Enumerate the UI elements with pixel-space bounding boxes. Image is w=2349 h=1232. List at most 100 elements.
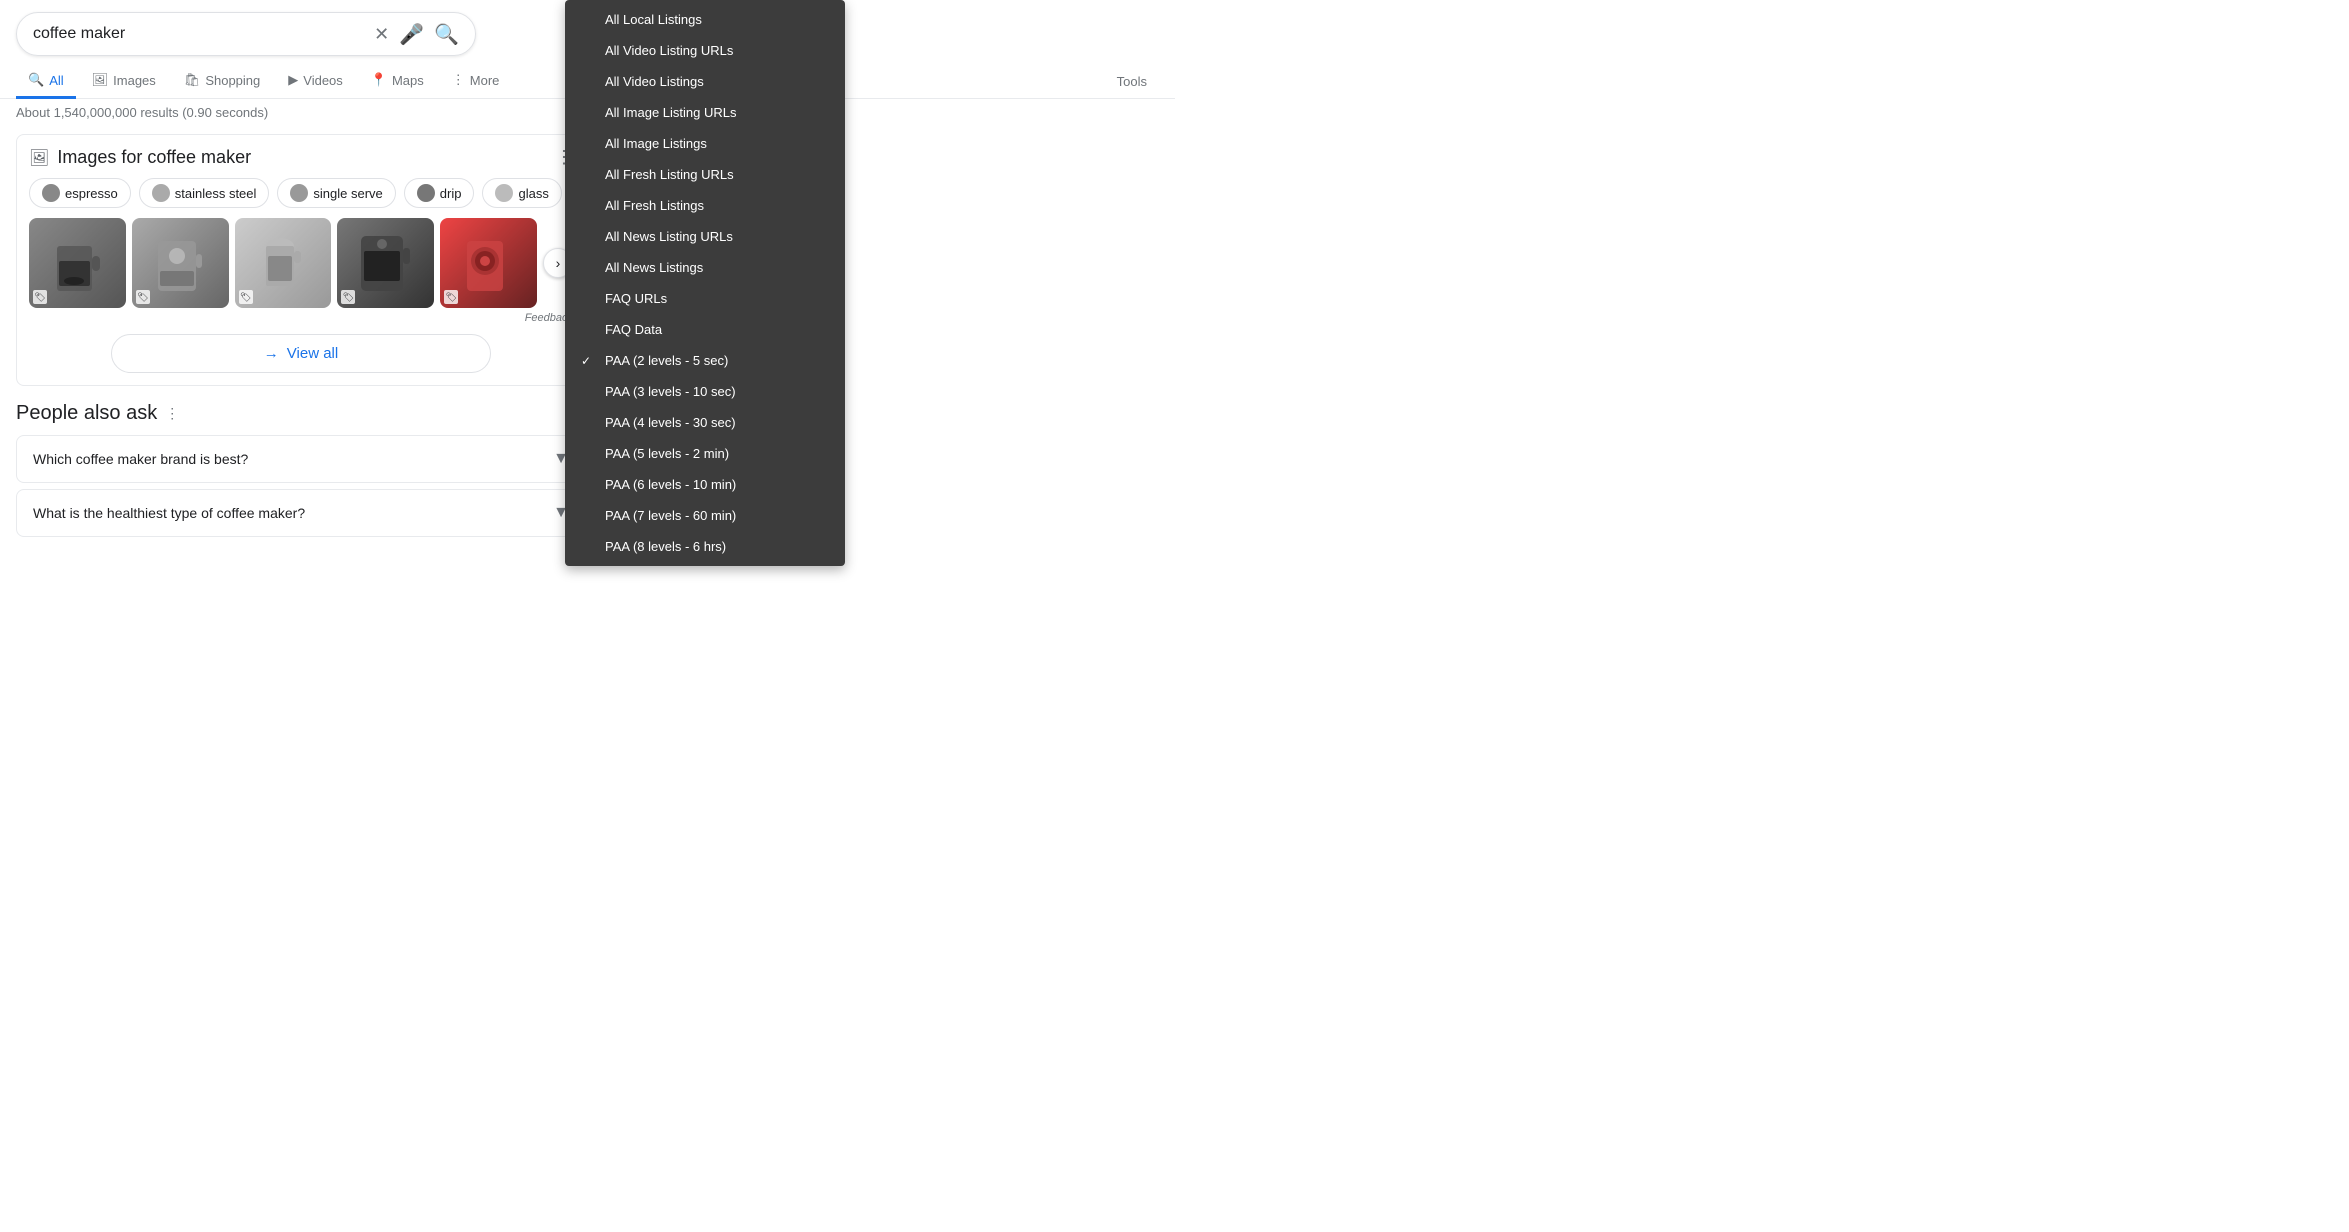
dropdown-item[interactable]: PAA (3 levels - 10 sec): [565, 376, 845, 407]
dropdown-item-label: All Video Listings: [605, 74, 704, 89]
image-item-5[interactable]: 🏷: [440, 218, 537, 308]
dropdown-item[interactable]: PAA (7 levels - 60 min): [565, 500, 845, 531]
view-all-arrow-icon: →: [264, 345, 279, 362]
dropdown-item[interactable]: FAQ Data: [565, 314, 845, 345]
image-tag-2: 🏷: [136, 290, 150, 304]
chip-drip[interactable]: drip: [404, 178, 475, 208]
dropdown-item[interactable]: All Video Listing URLs: [565, 35, 845, 66]
dropdown-item-label: All Fresh Listing URLs: [605, 167, 734, 182]
dropdown-item-label: All News Listing URLs: [605, 229, 733, 244]
image-item-2[interactable]: 🏷: [132, 218, 229, 308]
dropdown-item-label: All Local Listings: [605, 12, 702, 27]
chip-single-serve-label: single serve: [313, 186, 382, 201]
dropdown-item[interactable]: All News Listings: [565, 252, 845, 283]
tab-images-label: Images: [113, 73, 156, 88]
dropdown-item-label: PAA (4 levels - 30 sec): [605, 415, 736, 430]
image-tag-4: 🏷: [341, 290, 355, 304]
dropdown-item[interactable]: PAA (4 levels - 30 sec): [565, 407, 845, 438]
dropdown-item[interactable]: All Image Listings: [565, 128, 845, 159]
tab-maps-label: Maps: [392, 73, 424, 88]
tab-all-label: All: [49, 73, 63, 88]
dropdown-item[interactable]: All Local Listings: [565, 4, 845, 35]
image-item-1[interactable]: 🏷: [29, 218, 126, 308]
dropdown-item[interactable]: PAA (8 levels - 6 hrs): [565, 531, 845, 562]
chip-espresso-label: espresso: [65, 186, 118, 201]
tab-videos-icon: ▶: [288, 72, 298, 88]
tab-more-icon: ⋮: [452, 72, 465, 88]
tab-images-icon: 🖼: [92, 72, 109, 88]
dropdown-item[interactable]: PAA (6 levels - 10 min): [565, 469, 845, 500]
chip-drip-label: drip: [440, 186, 462, 201]
dropdown-item-label: All News Listings: [605, 260, 703, 275]
dropdown-item-label: PAA (6 levels - 10 min): [605, 477, 736, 492]
paa-section: People also ask ⋮ Which coffee maker bra…: [16, 402, 586, 537]
search-submit-icon[interactable]: 🔍: [434, 22, 459, 47]
clear-icon[interactable]: ✕: [374, 24, 389, 45]
dropdown-item[interactable]: FAQ URLs: [565, 283, 845, 314]
tab-shopping[interactable]: 🛍 Shopping: [172, 64, 272, 99]
checkmark-icon: ✓: [581, 354, 597, 368]
search-input[interactable]: coffee maker: [33, 25, 366, 43]
dropdown-item[interactable]: All Image Listing URLs: [565, 97, 845, 128]
paa-title: People also ask: [16, 402, 157, 425]
image-tag-1: 🏷: [33, 290, 47, 304]
tab-more[interactable]: ⋮ More: [440, 64, 512, 99]
dropdown-item-label: FAQ Data: [605, 322, 662, 337]
dropdown-item[interactable]: ✓ PAA (2 levels - 5 sec): [565, 345, 845, 376]
dropdown-item-label: All Fresh Listings: [605, 198, 704, 213]
dropdown-item-label: All Image Listing URLs: [605, 105, 737, 120]
dropdown-item-label: All Image Listings: [605, 136, 707, 151]
view-all-button[interactable]: → View all: [111, 334, 491, 373]
images-header: 🖼 Images for coffee maker ⋮: [29, 147, 573, 168]
view-all-label: View all: [287, 345, 338, 362]
feedback-text: Feedback: [29, 312, 573, 324]
images-header-icon: 🖼: [29, 148, 49, 168]
paa-question-2: What is the healthiest type of coffee ma…: [33, 505, 305, 521]
chip-single-serve[interactable]: single serve: [277, 178, 395, 208]
dropdown-item[interactable]: All Fresh Listings: [565, 190, 845, 221]
dropdown-item-label: PAA (2 levels - 5 sec): [605, 353, 728, 368]
dropdown-item-label: All Video Listing URLs: [605, 43, 733, 58]
image-item-4[interactable]: 🏷: [337, 218, 434, 308]
tools-button[interactable]: Tools: [1105, 66, 1159, 97]
dropdown-item[interactable]: PAA (5 levels - 2 min): [565, 438, 845, 469]
tab-shopping-icon: 🛍: [184, 72, 201, 88]
image-tag-5: 🏷: [444, 290, 458, 304]
image-grid: 🏷 🏷: [29, 218, 537, 308]
chip-glass[interactable]: glass: [482, 178, 561, 208]
tab-all-icon: 🔍: [28, 72, 44, 88]
tab-maps-icon: 📍: [371, 72, 387, 88]
image-item-3[interactable]: 🏷: [235, 218, 332, 308]
tab-all[interactable]: 🔍 All: [16, 64, 76, 99]
tab-videos-label: Videos: [303, 73, 343, 88]
mic-icon[interactable]: 🎤: [399, 22, 424, 47]
tab-videos[interactable]: ▶ Videos: [276, 64, 355, 99]
filter-chips: espresso stainless steel single serve dr…: [29, 178, 573, 208]
dropdown-item-label: PAA (3 levels - 10 sec): [605, 384, 736, 399]
dropdown-item-label: PAA (5 levels - 2 min): [605, 446, 729, 461]
search-bar: coffee maker ✕ 🎤 🔍: [16, 12, 476, 56]
paa-item-2[interactable]: What is the healthiest type of coffee ma…: [16, 489, 586, 537]
images-section-title: Images for coffee maker: [57, 147, 251, 168]
dropdown-item-label: FAQ URLs: [605, 291, 667, 306]
chip-espresso[interactable]: espresso: [29, 178, 131, 208]
images-section: 🖼 Images for coffee maker ⋮ espresso sta…: [16, 134, 586, 386]
search-bar-icons: ✕ 🎤 🔍: [374, 22, 459, 47]
image-grid-container: 🏷 🏷: [29, 218, 573, 308]
dropdown-item[interactable]: All News Listing URLs: [565, 221, 845, 252]
paa-item-1[interactable]: Which coffee maker brand is best? ▼: [16, 435, 586, 483]
dropdown-item-label: PAA (7 levels - 60 min): [605, 508, 736, 523]
chip-stainless-steel[interactable]: stainless steel: [139, 178, 270, 208]
tab-shopping-label: Shopping: [205, 73, 260, 88]
tab-maps[interactable]: 📍 Maps: [359, 64, 436, 99]
tab-more-label: More: [470, 73, 500, 88]
dropdown-item[interactable]: All Fresh Listing URLs: [565, 159, 845, 190]
paa-question-1: Which coffee maker brand is best?: [33, 451, 248, 467]
paa-header: People also ask ⋮: [16, 402, 586, 425]
chip-stainless-label: stainless steel: [175, 186, 257, 201]
image-tag-3: 🏷: [239, 290, 253, 304]
dropdown-item[interactable]: All Video Listings: [565, 66, 845, 97]
chip-glass-label: glass: [518, 186, 548, 201]
paa-menu-icon[interactable]: ⋮: [165, 405, 179, 422]
tab-images[interactable]: 🖼 Images: [80, 64, 168, 99]
